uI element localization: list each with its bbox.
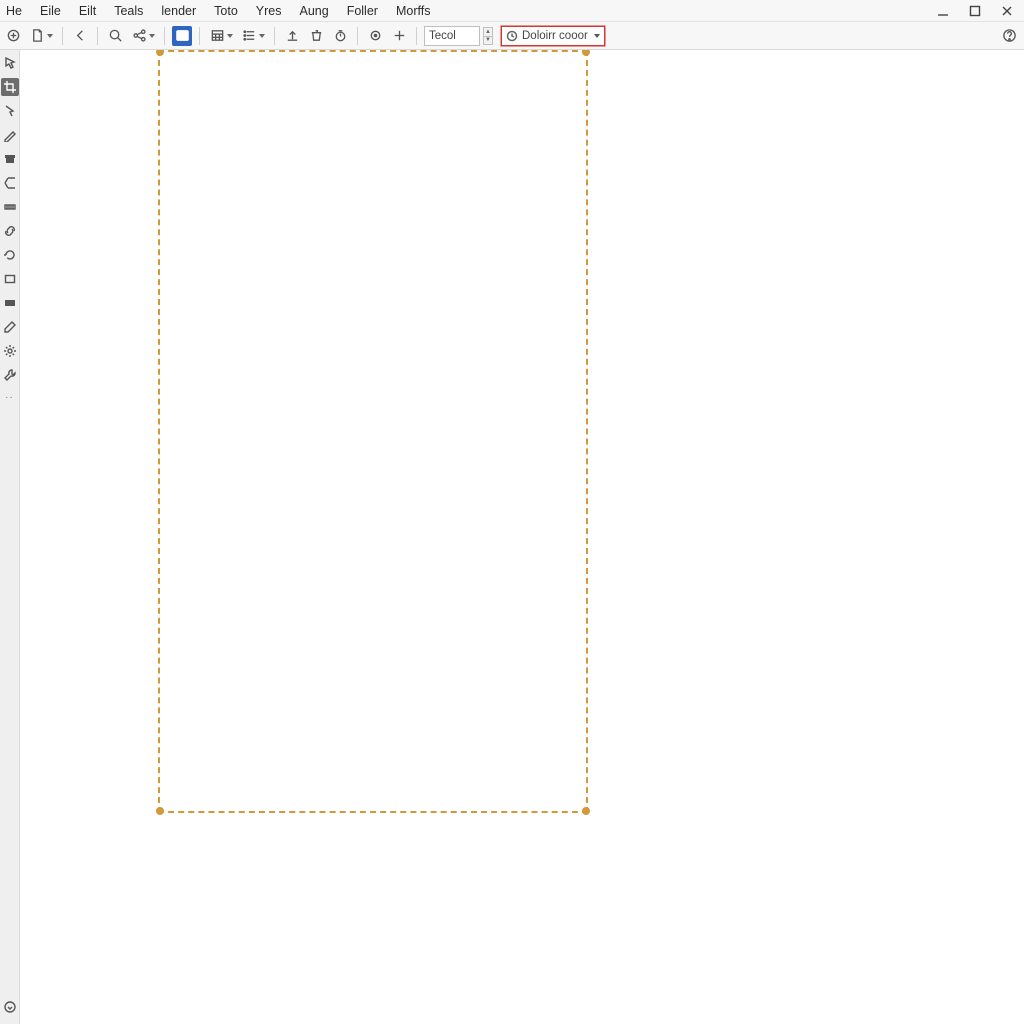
text-value-input[interactable] (424, 26, 480, 46)
image-tool-button[interactable] (172, 26, 192, 46)
color-combo-box[interactable]: Doloirr cooor (501, 26, 605, 46)
toolbox-more-icon[interactable]: ·· (5, 392, 14, 403)
dropdown-caret-icon (259, 34, 265, 38)
timer-button[interactable] (330, 26, 350, 46)
tool-pen[interactable] (1, 126, 19, 144)
work-area: ·· (0, 50, 1024, 1024)
menu-bar: He Eile Eilt Teals lender Toto Yres Aung… (0, 0, 1024, 22)
menu-item-tools[interactable]: Teals (105, 2, 152, 20)
menu-item-yres[interactable]: Yres (247, 2, 291, 20)
dropdown-caret-icon (149, 34, 155, 38)
new-document-button[interactable] (3, 26, 23, 46)
toolbar-separator (62, 27, 63, 45)
tool-link[interactable] (1, 222, 19, 240)
target-button[interactable] (365, 26, 385, 46)
toolbar-separator (357, 27, 358, 45)
tool-rect[interactable] (1, 270, 19, 288)
tool-crop[interactable] (1, 78, 19, 96)
window-maximize-button[interactable] (968, 4, 982, 18)
tool-pointer[interactable] (1, 102, 19, 120)
clock-icon (506, 30, 518, 42)
toolbar-separator (274, 27, 275, 45)
tool-select[interactable] (1, 54, 19, 72)
toolbar-separator (199, 27, 200, 45)
window-close-button[interactable] (1000, 4, 1014, 18)
menu-item-toto[interactable]: Toto (205, 2, 247, 20)
toolbar-separator (97, 27, 98, 45)
spinner-down-button[interactable]: ▼ (483, 36, 493, 45)
tool-expand[interactable] (1, 998, 19, 1016)
menu-item-edit[interactable]: Eilt (70, 2, 105, 20)
selection-rectangle[interactable] (158, 50, 588, 813)
tool-brush[interactable] (1, 150, 19, 168)
selection-handle-bottom-right[interactable] (582, 807, 590, 815)
toolbar-separator (416, 27, 417, 45)
menu-item-morffs[interactable]: Morffs (387, 2, 440, 20)
spinner-up-button[interactable]: ▲ (483, 27, 493, 36)
tool-wrench[interactable] (1, 366, 19, 384)
dropdown-caret-icon (227, 34, 233, 38)
add-button[interactable] (389, 26, 409, 46)
window-minimize-button[interactable] (936, 4, 950, 18)
table-button[interactable] (207, 26, 227, 46)
trash-button[interactable] (306, 26, 326, 46)
menu-item-lender[interactable]: lender (152, 2, 205, 20)
color-combo-label: Doloirr cooor (522, 30, 588, 42)
window-controls (936, 4, 1020, 18)
list-button[interactable] (239, 26, 259, 46)
menu-item-aung[interactable]: Aung (290, 2, 337, 20)
page-button[interactable] (27, 26, 47, 46)
selection-handle-top-right[interactable] (582, 50, 590, 56)
tool-panel[interactable] (1, 294, 19, 312)
back-button[interactable] (70, 26, 90, 46)
menu-item-file[interactable]: Eile (31, 2, 70, 20)
dropdown-caret-icon (594, 34, 600, 38)
selection-handle-bottom-left[interactable] (156, 807, 164, 815)
upload-button[interactable] (282, 26, 302, 46)
tool-eyedrop[interactable] (1, 318, 19, 336)
tool-rotate[interactable] (1, 246, 19, 264)
main-toolbar: ▲ ▼ Doloirr cooor (0, 22, 1024, 50)
canvas-area[interactable] (20, 50, 1024, 1024)
share-button[interactable] (129, 26, 149, 46)
tool-ruler[interactable] (1, 198, 19, 216)
help-button[interactable] (999, 26, 1019, 46)
toolbar-separator (164, 27, 165, 45)
spinner-controls[interactable]: ▲ ▼ (483, 27, 493, 45)
dropdown-caret-icon (47, 34, 53, 38)
tool-gear[interactable] (1, 342, 19, 360)
menu-item-foller[interactable]: Foller (338, 2, 387, 20)
selection-handle-top-left[interactable] (156, 50, 164, 56)
left-toolbox: ·· (0, 50, 20, 1024)
menu-item-he[interactable]: He (4, 2, 31, 20)
tool-measure[interactable] (1, 174, 19, 192)
zoom-button[interactable] (105, 26, 125, 46)
